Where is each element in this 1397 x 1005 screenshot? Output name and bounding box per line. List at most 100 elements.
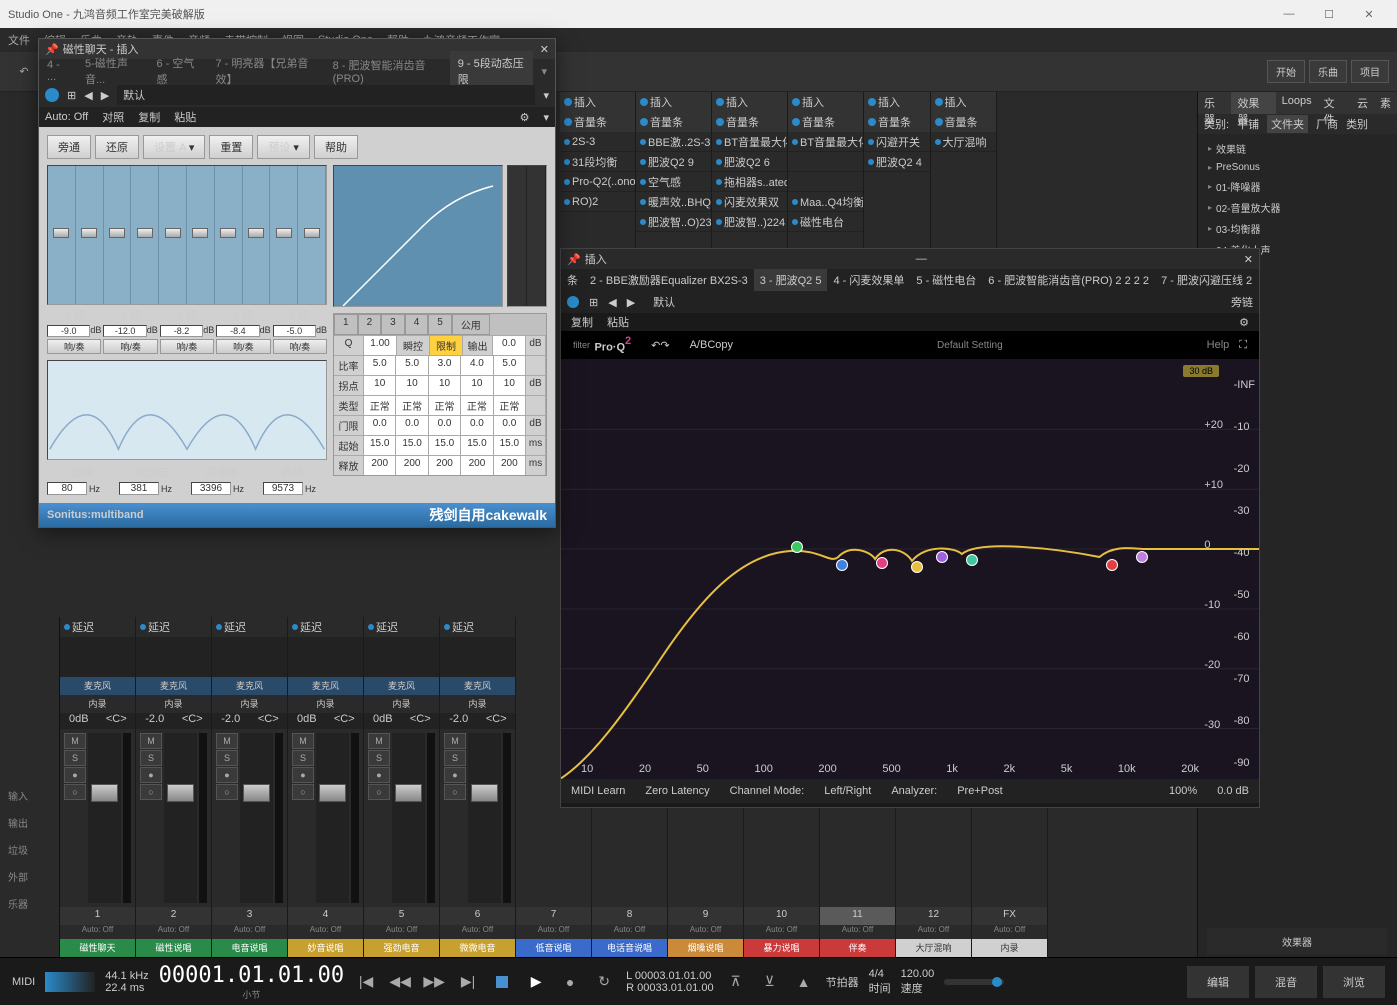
strip-fader[interactable]	[468, 733, 501, 903]
undo-icon[interactable]: ↶	[14, 62, 34, 82]
strip-M-button[interactable]: M	[216, 733, 238, 749]
strip-name[interactable]: 烟嗓说唱	[668, 939, 743, 957]
mode-browse[interactable]: 浏览	[1323, 966, 1385, 998]
output-value[interactable]: 0.0	[493, 336, 526, 355]
analyzer-value[interactable]: Pre+Post	[957, 785, 1003, 797]
insert-slot[interactable]: Maa..Q4均衡	[788, 192, 863, 212]
slot-power-icon[interactable]	[640, 159, 646, 165]
insert-slot[interactable]: 暖声效..BHQ3	[636, 192, 711, 212]
slot-power-icon[interactable]	[868, 159, 874, 165]
strip-name[interactable]: 磁性聊天	[60, 939, 135, 957]
rewind-start-icon[interactable]: |◀	[354, 970, 378, 994]
strip-○-button[interactable]: ○	[444, 784, 466, 800]
plugin2-titlebar[interactable]: 📌 插入 — ✕	[561, 249, 1259, 269]
strip-●-button[interactable]: ●	[216, 767, 238, 783]
ab-toggle[interactable]: A/B	[690, 339, 708, 351]
plugin1-prev-icon[interactable]: ◀	[84, 89, 92, 102]
eq-node-6[interactable]	[966, 554, 978, 566]
param-cell[interactable]: 10	[429, 376, 461, 395]
plugin1-compare[interactable]: 对照	[102, 109, 124, 125]
strip-gain[interactable]: -2.0	[136, 713, 174, 729]
browser-tab-loops[interactable]: Loops	[1276, 92, 1318, 114]
strip-output[interactable]: 内录	[364, 695, 439, 713]
limit-button[interactable]: 限制	[430, 336, 463, 355]
insert-slot[interactable]: 肥波智..)224	[712, 212, 787, 232]
plugin1-auto[interactable]: Auto: Off	[45, 111, 88, 123]
grid-tab[interactable]: 1	[334, 314, 358, 335]
strip-name[interactable]: 伴奏	[820, 939, 895, 957]
insert-power-icon[interactable]	[935, 98, 943, 106]
insert-power-icon[interactable]	[640, 98, 648, 106]
insert-slot[interactable]: RO)2	[560, 192, 635, 212]
band-slider[interactable]	[76, 166, 104, 304]
grid-tab[interactable]: 公用	[452, 314, 490, 335]
slot-power-icon[interactable]	[792, 139, 798, 145]
bypass-button[interactable]: 旁通	[47, 135, 91, 159]
strip-○-button[interactable]: ○	[64, 784, 86, 800]
strip-●-button[interactable]: ●	[140, 767, 162, 783]
strip-●-button[interactable]: ●	[444, 767, 466, 783]
strip-auto[interactable]: Auto: Off	[60, 925, 135, 939]
send-power-icon[interactable]	[935, 118, 943, 126]
strip-fader[interactable]	[88, 733, 121, 903]
slot-power-icon[interactable]	[640, 199, 646, 205]
strip-output[interactable]: 内录	[136, 695, 211, 713]
band-gain-input[interactable]	[47, 325, 90, 337]
plugin2-hide-icon[interactable]: —	[916, 253, 927, 265]
send-power-icon[interactable]	[64, 624, 70, 630]
insert-slot[interactable]: 肥波智..O)23	[636, 212, 711, 232]
xover-freq-input[interactable]	[263, 482, 303, 495]
send-power-icon[interactable]	[716, 118, 724, 126]
insert-power-icon[interactable]	[716, 98, 724, 106]
help-button[interactable]: 帮助	[314, 135, 358, 159]
band-slider[interactable]	[187, 166, 215, 304]
strip-M-button[interactable]: M	[64, 733, 86, 749]
plugin2-preset[interactable]: 默认	[645, 292, 683, 312]
strip-auto[interactable]: Auto: Off	[364, 925, 439, 939]
strip-pan[interactable]: <C>	[98, 713, 136, 729]
plugin2-close-icon[interactable]: ✕	[1244, 253, 1253, 266]
plugin1-paste[interactable]: 粘贴	[174, 109, 196, 125]
band-gain-input[interactable]	[160, 325, 203, 337]
tempo[interactable]: 120.00	[901, 968, 935, 980]
eq-node-2[interactable]	[836, 559, 848, 571]
strip-name[interactable]: 大厅混响	[896, 939, 971, 957]
menu-file[interactable]: 文件	[8, 32, 30, 48]
send-power-icon[interactable]	[216, 624, 222, 630]
slot-power-icon[interactable]	[640, 179, 646, 185]
strip-S-button[interactable]: S	[140, 750, 162, 766]
loop-icon[interactable]: ↻	[592, 970, 616, 994]
main-time[interactable]: 00001.01.01.00	[159, 963, 344, 988]
plugin1-tab-dropdown-icon[interactable]: ▾	[533, 61, 555, 82]
help-button[interactable]: Help	[1207, 339, 1230, 351]
strip-name[interactable]: 妙音说唱	[288, 939, 363, 957]
strip-pan[interactable]: <C>	[174, 713, 212, 729]
strip-fader[interactable]	[240, 733, 273, 903]
strip-auto[interactable]: Auto: Off	[592, 925, 667, 939]
strip-pan[interactable]: <C>	[478, 713, 516, 729]
eq-node-4[interactable]	[911, 561, 923, 573]
send-power-icon[interactable]	[444, 624, 450, 630]
strip-fader[interactable]	[164, 733, 197, 903]
play-button[interactable]: ▶	[524, 970, 548, 994]
insert-slot[interactable]: 肥波Q2 4	[864, 152, 930, 172]
insert-slot[interactable]: 闪麦效果双	[712, 192, 787, 212]
strip-fader[interactable]	[316, 733, 349, 903]
insert-slot[interactable]	[788, 172, 863, 192]
insert-slot[interactable]: BT音量最大化	[712, 132, 787, 152]
strip-number[interactable]: 3	[212, 907, 287, 925]
insert-power-icon[interactable]	[564, 98, 572, 106]
strip-S-button[interactable]: S	[216, 750, 238, 766]
zoom-value[interactable]: 100%	[1169, 785, 1197, 797]
strip-auto[interactable]: Auto: Off	[440, 925, 515, 939]
plugin2-next-icon[interactable]: ▶	[627, 296, 635, 309]
strip-number[interactable]: 7	[516, 907, 591, 925]
send-power-icon[interactable]	[368, 624, 374, 630]
plugin2-prev-icon[interactable]: ◀	[608, 296, 616, 309]
close-icon[interactable]: ✕	[1349, 8, 1389, 21]
strip-S-button[interactable]: S	[444, 750, 466, 766]
param-cell[interactable]: 10	[461, 376, 493, 395]
strip-pan[interactable]: <C>	[402, 713, 440, 729]
slot-power-icon[interactable]	[716, 199, 722, 205]
strip-●-button[interactable]: ●	[64, 767, 86, 783]
